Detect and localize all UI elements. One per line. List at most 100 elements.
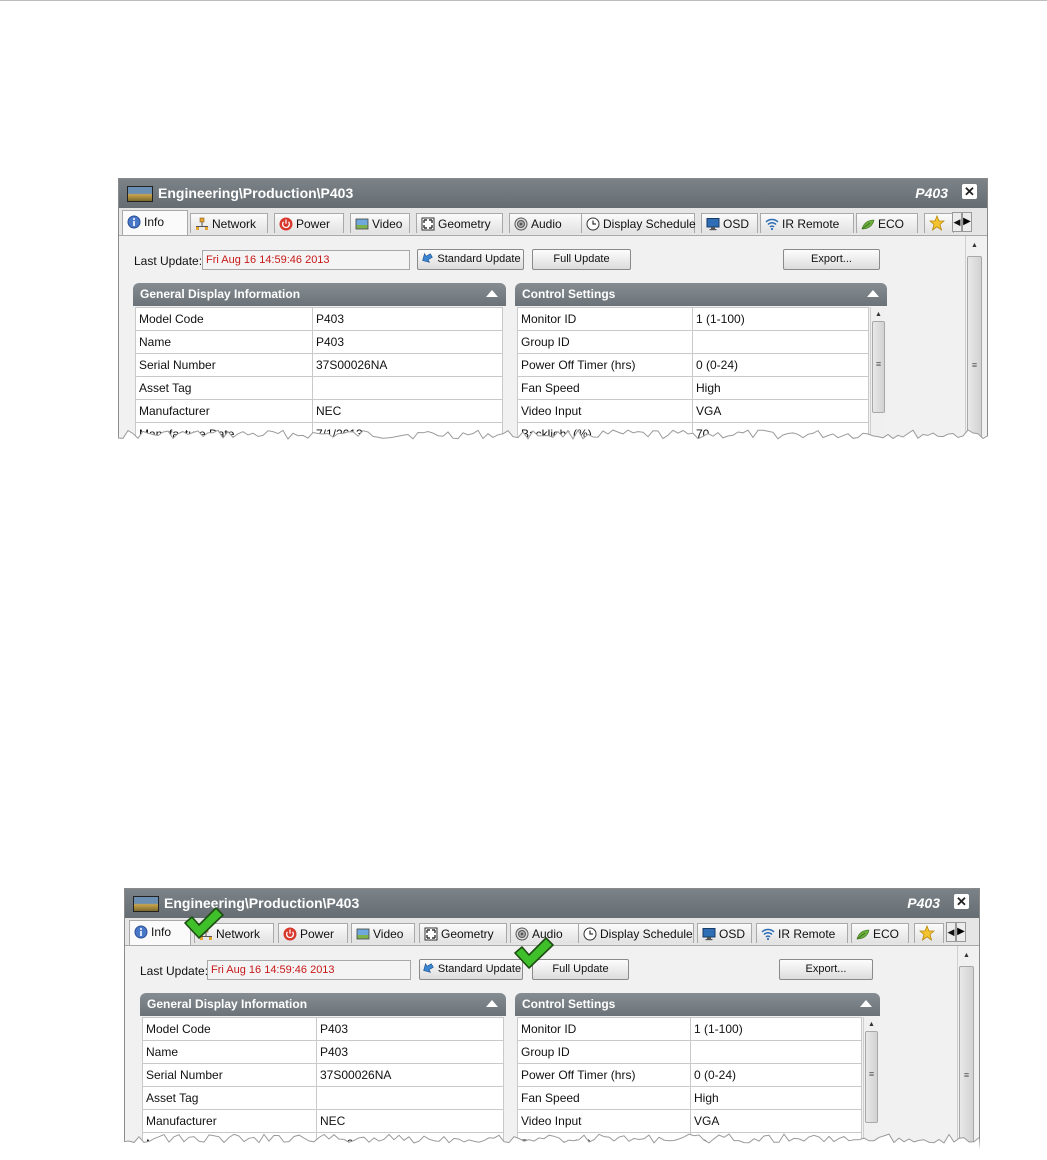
table-row: Group ID — [517, 330, 869, 354]
main-scrollbar[interactable]: ▲ ≡ — [957, 946, 975, 1150]
standard-update-button[interactable]: Standard Update — [417, 249, 524, 270]
table-row: Name P403 — [135, 330, 503, 354]
tab-video[interactable]: Video — [351, 923, 415, 943]
property-name: Serial Number — [135, 353, 313, 377]
collapse-arrow-icon[interactable] — [867, 290, 879, 297]
tab-power[interactable]: Power — [274, 213, 344, 233]
last-update-field: Fri Aug 16 14:59:46 2013 — [207, 960, 411, 980]
tab-network[interactable]: Network — [190, 213, 268, 233]
standard-update-button[interactable]: Standard Update — [419, 959, 523, 980]
scroll-grip-icon: ≡ — [971, 360, 978, 370]
tab-osd[interactable]: OSD — [697, 923, 752, 943]
tab-favorites[interactable] — [914, 923, 944, 943]
audio-icon — [514, 217, 528, 231]
table-row: Group ID — [517, 1040, 862, 1064]
export-button[interactable]: Export... — [783, 249, 880, 270]
property-value: P403 — [316, 1017, 504, 1041]
tab-geometry[interactable]: Geometry — [416, 213, 503, 233]
tab-osd[interactable]: OSD — [701, 213, 758, 233]
tab-bar: Info Network Power Video Geometry Audio Displa… — [118, 208, 988, 236]
property-name: Fan Speed — [517, 1086, 691, 1110]
tab-scroll-right-icon[interactable]: ▶ — [962, 212, 972, 232]
tab-scroll-left-icon[interactable]: ◀ — [952, 212, 962, 232]
panel-header: Control Settings — [515, 993, 880, 1016]
property-name: Model Code — [135, 307, 313, 331]
close-icon[interactable]: ✕ — [954, 894, 969, 909]
scroll-thumb[interactable] — [959, 966, 974, 1150]
info-content: Last Update: Fri Aug 16 14:59:46 2013 Stan… — [118, 236, 988, 446]
tab-info[interactable]: Info — [122, 210, 188, 235]
torn-edge — [124, 1133, 980, 1150]
last-update-label: Last Update: — [134, 254, 203, 268]
tab-label: IR Remote — [782, 217, 840, 231]
full-update-button[interactable]: Full Update — [532, 249, 631, 270]
display-thumbnail-icon — [127, 186, 153, 202]
tab-eco[interactable]: ECO — [856, 213, 918, 233]
property-name: Monitor ID — [517, 307, 693, 331]
property-value: 0 (0-24) — [690, 1063, 862, 1087]
tab-audio[interactable]: Audio — [509, 213, 583, 233]
close-icon[interactable]: ✕ — [962, 184, 977, 199]
tab-scroll-right-icon[interactable]: ▶ — [956, 922, 966, 942]
tab-eco[interactable]: ECO — [851, 923, 909, 943]
panel-title: General Display Information — [140, 287, 301, 301]
tab-geometry[interactable]: Geometry — [419, 923, 507, 943]
tab-ir-remote[interactable]: IR Remote — [760, 213, 854, 233]
table-row: Monitor ID 1 (1-100) — [517, 307, 869, 331]
monitor-icon — [706, 217, 720, 231]
clock-icon — [586, 217, 600, 231]
device-name: P403 — [915, 185, 948, 201]
property-value: 1 (1-100) — [690, 1017, 862, 1041]
control-settings-panel: Control Settings Monitor ID 1 (1-100) Group… — [515, 283, 887, 446]
window-titlebar: Engineering\Production\P403 P403 ✕ — [118, 178, 988, 208]
tab-label: Audio — [531, 217, 562, 231]
leaf-icon — [856, 927, 870, 941]
table-row: Monitor ID 1 (1-100) — [517, 1017, 862, 1041]
star-icon — [918, 924, 936, 941]
property-value: NEC — [312, 399, 503, 423]
scroll-up-icon[interactable]: ▲ — [864, 1019, 879, 1031]
tab-favorites[interactable] — [924, 213, 954, 233]
collapse-arrow-icon[interactable] — [860, 1000, 872, 1007]
tab-display-schedule[interactable]: Display Schedule — [578, 923, 694, 943]
tab-ir-remote[interactable]: IR Remote — [756, 923, 848, 943]
property-name: Group ID — [517, 1040, 691, 1064]
info-icon — [134, 924, 148, 939]
export-button[interactable]: Export... — [779, 959, 873, 980]
table-row: Power Off Timer (hrs) 0 (0-24) — [517, 1063, 862, 1087]
panel-title: Control Settings — [522, 287, 616, 301]
property-name: Serial Number — [142, 1063, 317, 1087]
tab-label: Info — [151, 925, 172, 939]
tab-video[interactable]: Video — [350, 213, 410, 233]
property-name: Manufacturer — [135, 399, 313, 423]
power-icon — [283, 927, 297, 941]
collapse-arrow-icon[interactable] — [486, 290, 498, 297]
property-name: Name — [142, 1040, 317, 1064]
device-name: P403 — [907, 895, 940, 911]
tab-display-schedule[interactable]: Display Schedule — [581, 213, 696, 233]
page-top-rule — [0, 0, 1047, 1]
torn-edge — [118, 429, 988, 446]
tab-power[interactable]: Power — [278, 923, 348, 943]
scroll-up-icon[interactable]: ▲ — [966, 240, 983, 252]
green-checkmark-icon — [184, 907, 224, 939]
property-name: Asset Tag — [142, 1086, 317, 1110]
table-row: Model Code P403 — [135, 307, 503, 331]
info-icon — [127, 214, 141, 229]
wifi-icon — [761, 927, 775, 941]
scroll-grip-icon: ≡ — [875, 359, 882, 369]
tab-scroll-left-icon[interactable]: ◀ — [946, 922, 956, 942]
main-scrollbar[interactable]: ▲ ≡ — [965, 236, 983, 446]
table-row: Asset Tag — [135, 376, 503, 400]
standard-update-label: Standard Update — [437, 253, 521, 265]
scroll-thumb[interactable] — [967, 256, 982, 446]
tab-label: Power — [300, 927, 335, 941]
scroll-up-icon[interactable]: ▲ — [958, 950, 975, 962]
property-value: High — [692, 376, 869, 400]
collapse-arrow-icon[interactable] — [486, 1000, 498, 1007]
property-name: Name — [135, 330, 313, 354]
tab-label: OSD — [723, 217, 750, 231]
scroll-up-icon[interactable]: ▲ — [871, 309, 886, 321]
table-row: Serial Number 37S00026NA — [142, 1063, 504, 1087]
property-value — [316, 1086, 504, 1110]
